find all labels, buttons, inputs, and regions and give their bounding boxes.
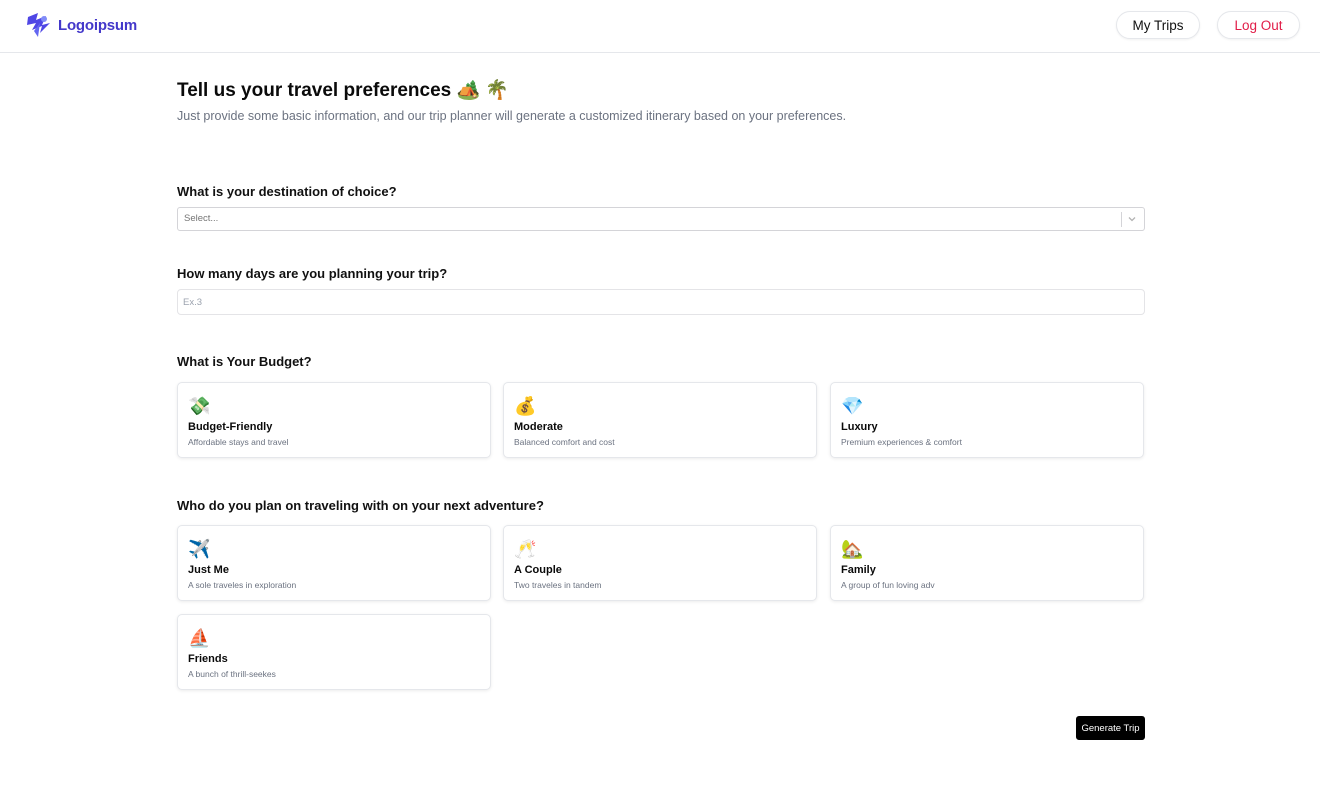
option-title: Friends	[188, 653, 228, 665]
option-description: Affordable stays and travel	[188, 437, 289, 447]
option-description: A group of fun loving adv	[841, 580, 935, 590]
traveler-option-friends[interactable]: ⛵ Friends A bunch of thrill-seekes	[177, 614, 491, 690]
option-title: Luxury	[841, 421, 878, 433]
select-separator	[1121, 212, 1122, 227]
house-icon: 🏡	[841, 539, 864, 559]
option-title: Moderate	[514, 421, 563, 433]
top-navbar: Logoipsum My Trips Log Out	[0, 0, 1320, 53]
option-title: A Couple	[514, 564, 562, 576]
generate-trip-button[interactable]: Generate Trip	[1076, 716, 1145, 740]
destination-question: What is your destination of choice?	[177, 184, 397, 199]
budget-option-moderate[interactable]: 💰 Moderate Balanced comfort and cost	[503, 382, 817, 458]
option-description: Premium experiences & comfort	[841, 437, 962, 447]
champagne-glasses-icon: 🥂	[514, 539, 537, 559]
budget-question: What is Your Budget?	[177, 354, 312, 369]
travelers-question: Who do you plan on traveling with on you…	[177, 498, 544, 513]
logout-button[interactable]: Log Out	[1217, 11, 1300, 39]
days-input[interactable]	[177, 289, 1145, 315]
budget-option-luxury[interactable]: 💎 Luxury Premium experiences & comfort	[830, 382, 1144, 458]
logo-text: Logoipsum	[58, 16, 138, 34]
logo-icon	[27, 13, 50, 37]
option-description: A sole traveles in exploration	[188, 580, 297, 590]
traveler-option-couple[interactable]: 🥂 A Couple Two traveles in tandem	[503, 525, 817, 601]
option-description: Balanced comfort and cost	[514, 437, 615, 447]
option-title: Budget-Friendly	[188, 421, 273, 433]
traveler-option-just-me[interactable]: ✈️ Just Me A sole traveles in exploratio…	[177, 525, 491, 601]
airplane-icon: ✈️	[188, 539, 211, 559]
option-description: Two traveles in tandem	[514, 580, 602, 590]
budget-option-budget-friendly[interactable]: 💸 Budget-Friendly Affordable stays and t…	[177, 382, 491, 458]
my-trips-button[interactable]: My Trips	[1116, 11, 1200, 39]
money-wings-icon: 💸	[188, 396, 211, 416]
money-bag-icon: 💰	[514, 396, 537, 416]
sailboat-icon: ⛵	[188, 628, 211, 648]
option-title: Family	[841, 564, 876, 576]
page-subtitle: Just provide some basic information, and…	[177, 109, 847, 123]
destination-placeholder: Select...	[184, 213, 219, 224]
gem-icon: 💎	[841, 396, 864, 416]
traveler-option-family[interactable]: 🏡 Family A group of fun loving adv	[830, 525, 1144, 601]
destination-select[interactable]: Select...	[177, 207, 1145, 231]
chevron-down-icon[interactable]	[1126, 213, 1138, 225]
logo[interactable]: Logoipsum	[24, 10, 137, 40]
option-description: A bunch of thrill-seekes	[188, 669, 276, 679]
days-question: How many days are you planning your trip…	[177, 266, 448, 281]
option-title: Just Me	[188, 564, 229, 576]
page-title: Tell us your travel preferences 🏕️ 🌴	[177, 80, 510, 101]
